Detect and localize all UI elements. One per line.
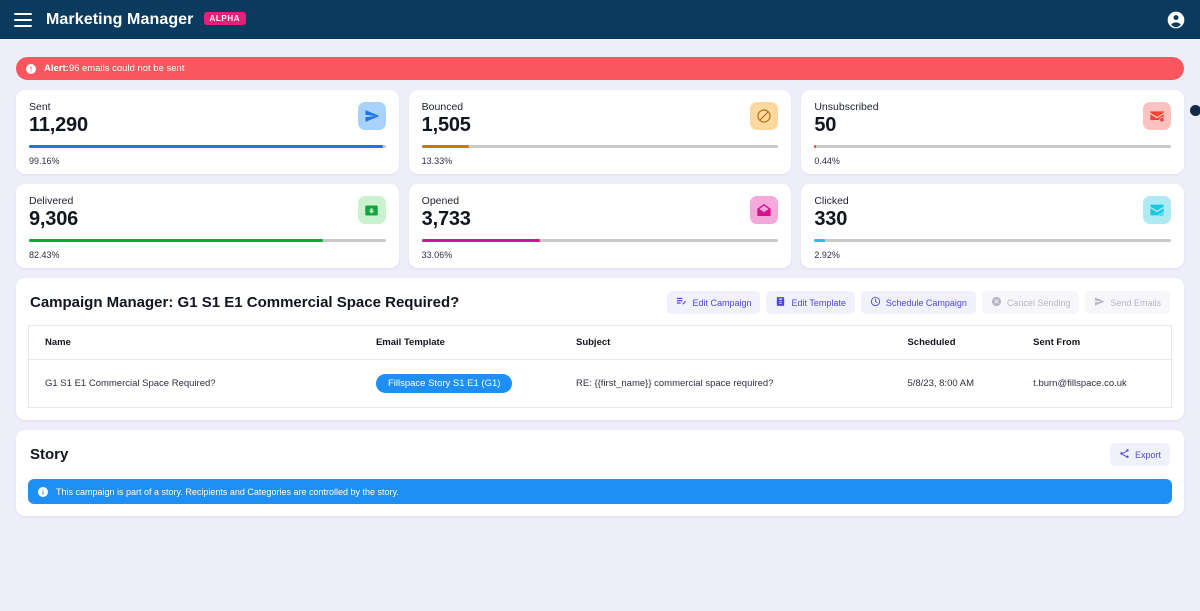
button-label: Export — [1134, 449, 1161, 460]
hamburger-menu-icon[interactable] — [14, 12, 32, 27]
drafts-icon — [750, 196, 779, 224]
stat-value: 11,290 — [29, 114, 88, 136]
stat-label: Bounced — [421, 101, 464, 113]
stat-value: 50 — [814, 114, 837, 136]
stat-label: Opened — [421, 195, 460, 207]
stat-value: 330 — [814, 208, 848, 230]
edit-template-button[interactable]: Edit Template — [766, 291, 855, 314]
progress-fill — [29, 145, 383, 148]
stat-card-sent: Sent 11,290 99.16% — [16, 90, 399, 174]
export-button[interactable]: Export — [1109, 443, 1170, 466]
stat-card-clicked: Clicked 330 2.92% — [801, 184, 1185, 268]
story-info-message: This campaign is part of a story. Recipi… — [56, 486, 399, 497]
table-row[interactable]: G1 S1 E1 Commercial Space Required? Fill… — [29, 360, 1172, 408]
button-label: Edit Campaign — [692, 297, 752, 308]
stat-value: 3,733 — [421, 208, 471, 230]
stat-card-opened: Opened 3,733 33.06% — [408, 184, 792, 268]
column-header-email-template: Email Template — [359, 325, 560, 360]
cell-subject: RE: {{first_name}} commercial space requ… — [575, 378, 774, 389]
stat-card-unsubscribed: Unsubscribed 50 0.44% — [801, 90, 1185, 174]
block-icon — [750, 102, 779, 130]
alert-message: 96 emails could not be sent — [68, 63, 185, 74]
alpha-badge: ALPHA — [203, 12, 247, 25]
stat-label: Delivered — [29, 195, 74, 207]
stat-label: Unsubscribed — [814, 101, 879, 113]
progress-track — [29, 145, 386, 148]
edit-campaign-button[interactable]: Edit Campaign — [667, 291, 761, 314]
progress-fill — [421, 239, 540, 242]
mark-email-click-icon — [1143, 196, 1172, 224]
stats-row-bottom: Delivered 9,306 82.43% Opened 3,733 33.0… — [16, 184, 1185, 268]
cell-name: G1 S1 E1 Commercial Space Required? — [45, 378, 216, 389]
stat-percent: 82.43% — [29, 250, 60, 260]
column-header-scheduled: Scheduled — [891, 325, 1018, 360]
send-icon — [1094, 296, 1106, 309]
stat-card-bounced: Bounced 1,505 13.33% — [408, 90, 792, 174]
progress-track — [814, 145, 1172, 148]
edit-note-icon — [676, 296, 687, 309]
page-body: Alert: 96 emails could not be sent Sent … — [0, 57, 1200, 516]
stat-card-delivered: Delivered 9,306 82.43% — [16, 184, 399, 268]
stat-percent: 99.16% — [29, 156, 60, 166]
campaign-panel-title: Campaign Manager: G1 S1 E1 Commercial Sp… — [30, 294, 460, 311]
alert-banner: Alert: 96 emails could not be sent — [16, 57, 1184, 80]
button-label: Schedule Campaign — [885, 297, 967, 308]
table-header-row: Name Email Template Subject Scheduled Se… — [28, 325, 1172, 360]
stat-percent: 13.33% — [421, 156, 453, 166]
stat-percent: 33.06% — [421, 250, 453, 260]
stat-label: Sent — [29, 101, 51, 113]
send-emails-button: Send Emails — [1085, 291, 1170, 314]
progress-track — [421, 239, 779, 242]
progress-fill — [29, 239, 323, 242]
column-header-subject: Subject — [559, 325, 892, 360]
cell-email-template: Fillspace Story S1 E1 (G1) — [360, 360, 560, 408]
cursor-indicator — [1190, 105, 1200, 116]
button-label: Cancel Sending — [1006, 297, 1071, 308]
cell-scheduled: 5/8/23, 8:00 AM — [907, 378, 974, 389]
stat-value: 1,505 — [421, 114, 471, 136]
campaign-panel-header: Campaign Manager: G1 S1 E1 Commercial Sp… — [28, 278, 1172, 325]
share-icon — [1119, 448, 1130, 461]
app-bar: Marketing Manager ALPHA — [0, 0, 1200, 39]
campaign-table: Name Email Template Subject Scheduled Se… — [28, 325, 1172, 408]
cell-sent-from: t.burn@fillspace.co.uk — [1033, 378, 1127, 389]
story-panel-title: Story — [30, 446, 69, 463]
progress-fill — [814, 239, 825, 242]
app-title: Marketing Manager — [46, 10, 194, 28]
campaign-manager-panel: Campaign Manager: G1 S1 E1 Commercial Sp… — [16, 278, 1184, 420]
stat-percent: 0.44% — [814, 156, 840, 166]
progress-track — [814, 239, 1172, 242]
mark-email-read-icon — [357, 196, 386, 224]
progress-track — [29, 239, 386, 242]
campaign-action-buttons: Edit Campaign Edit Template Schedule Cam… — [667, 291, 1170, 314]
story-panel-header: Story Export — [28, 430, 1172, 477]
progress-track — [421, 145, 779, 148]
clock-icon — [870, 296, 881, 309]
progress-fill — [421, 145, 470, 148]
column-header-name: Name — [28, 325, 360, 360]
stats-row-top: Sent 11,290 99.16% Bounced 1,505 13.33% — [16, 90, 1185, 174]
story-info-banner: This campaign is part of a story. Recipi… — [28, 479, 1172, 504]
stat-percent: 2.92% — [814, 250, 840, 260]
progress-fill — [814, 145, 816, 148]
unsubscribe-icon — [1143, 102, 1172, 130]
stat-label: Clicked — [814, 195, 849, 207]
alert-label: Alert: — [44, 63, 69, 74]
error-icon — [25, 63, 37, 75]
story-panel: Story Export This campaign is part of a … — [16, 430, 1184, 516]
account-circle-icon[interactable] — [1166, 10, 1186, 30]
schedule-campaign-button[interactable]: Schedule Campaign — [860, 291, 976, 314]
send-icon — [357, 102, 386, 130]
stat-value: 9,306 — [29, 208, 79, 230]
button-label: Send Emails — [1110, 297, 1161, 308]
email-template-chip[interactable]: Fillspace Story S1 E1 (G1) — [375, 374, 513, 393]
info-icon — [37, 486, 49, 498]
cancel-sending-button: Cancel Sending — [981, 291, 1080, 314]
button-label: Edit Template — [791, 297, 846, 308]
cancel-icon — [991, 296, 1002, 309]
column-header-sent-from: Sent From — [1017, 325, 1172, 360]
edit-document-icon — [775, 296, 786, 309]
